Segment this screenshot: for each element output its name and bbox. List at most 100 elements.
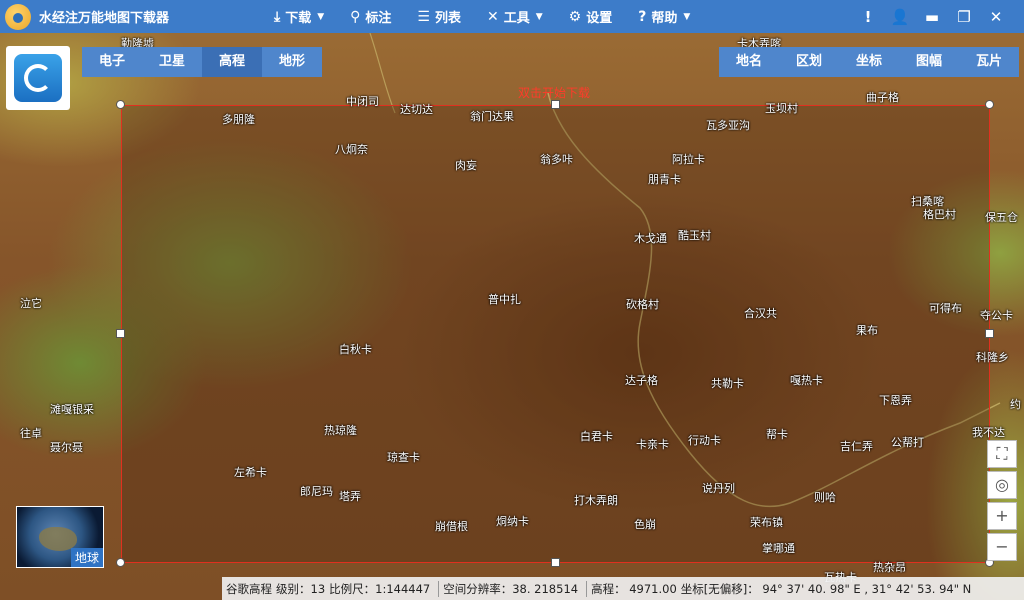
status-scale: 比例尺：1:144447 — [329, 581, 431, 596]
place-label: 公帮打 — [891, 436, 924, 449]
globe-label: 地球 — [70, 548, 103, 567]
status-resolution: 空间分辨率：38. 218514 — [443, 581, 579, 596]
place-label: 阿拉卡 — [672, 153, 705, 166]
place-label: 说丹列 — [702, 482, 735, 495]
place-label: 吉仁弄 — [840, 440, 873, 453]
app-home-icon[interactable] — [6, 46, 70, 110]
zoom-out-icon[interactable]: − — [987, 533, 1017, 561]
status-coords: 坐标[无偏移]： 94° 37' 40. 98" E , 31° 42' 53.… — [680, 581, 972, 596]
top-bar: 水经注万能地图下载器 ⤓ 下载 ▼ ⚲ 标注 ☰ 列表 ✕ 工具 ▼ ⚙ 设置? 帮助 ▼ ! 👤 ▬ ❐… — [0, 0, 1024, 33]
layer-button-4[interactable]: 瓦片 — [959, 47, 1019, 77]
info-icon[interactable]: ! — [852, 8, 884, 26]
status-bar: 谷歌高程 级别：13 比例尺：1:144447 空间分辨率：38. 218514… — [222, 577, 1024, 600]
menu-label: 工具 — [503, 11, 530, 26]
place-label: 夺公卡 — [980, 309, 1013, 322]
place-label: 塔弄 — [339, 490, 361, 503]
place-label: 砍格村 — [626, 298, 659, 311]
place-label: 左希卡 — [234, 466, 267, 479]
place-label: 普中扎 — [488, 293, 521, 306]
map-tools: ⛶ ◎ + − — [987, 440, 1017, 561]
place-label: 行动卡 — [688, 434, 721, 447]
selection-handle-right[interactable] — [985, 329, 994, 338]
menu-item-0[interactable]: ⤓ 下载 ▼ — [274, 7, 325, 27]
place-label: 我不达 — [972, 426, 1005, 439]
place-label: 酷玉村 — [678, 229, 711, 242]
map-type-tab-2[interactable]: 高程 — [202, 47, 262, 77]
place-label: 翁门达果 — [470, 110, 514, 123]
place-label: 八炯奈 — [335, 143, 368, 156]
menu-label: 帮助 — [651, 11, 678, 26]
place-label: 琼查卡 — [387, 451, 420, 464]
place-label: 荣布镇 — [750, 516, 783, 529]
place-label: 白秋卡 — [339, 343, 372, 356]
layer-button-3[interactable]: 图幅 — [899, 47, 959, 77]
place-label: 泣它 — [20, 297, 42, 310]
pin-icon: ⚲ — [350, 8, 361, 25]
close-button[interactable]: ✕ — [980, 8, 1012, 26]
place-label: 合汉共 — [744, 307, 777, 320]
place-label: 朋青卡 — [648, 173, 681, 186]
layer-button-0[interactable]: 地名 — [719, 47, 779, 77]
caret-down-icon: ▼ — [317, 11, 325, 22]
map-type-tab-1[interactable]: 卫星 — [142, 47, 202, 77]
map-view[interactable]: 双击开始下载 多朋隆 中闭司 达切达 翁门达果 卡木弄喀 玉坝村 曲子格 瓦多亚沟 八炯奈 肉妄翁… — [0, 33, 1024, 600]
place-label: 保五仓 — [985, 211, 1018, 224]
place-label: 瓦多亚沟 — [706, 119, 750, 132]
caret-down-icon: ▼ — [683, 11, 691, 22]
place-label: 果布 — [856, 324, 878, 337]
tools-icon: ✕ — [487, 8, 499, 25]
place-label: 帮卡 — [766, 428, 788, 441]
app-title: 水经注万能地图下载器 — [39, 11, 170, 26]
place-label: 色崩 — [634, 518, 656, 531]
minimize-button[interactable]: ▬ — [916, 8, 948, 26]
place-label: 达子格 — [625, 374, 658, 387]
layer-button-1[interactable]: 区划 — [779, 47, 839, 77]
place-label: 达切达 — [400, 103, 433, 116]
caret-down-icon: ▼ — [535, 11, 543, 22]
download-icon: ⤓ — [274, 8, 281, 25]
place-label: 肉妄 — [455, 159, 477, 172]
menu-item-1[interactable]: ⚲ 标注 — [350, 7, 392, 27]
place-label: 热琼隆 — [324, 424, 357, 437]
place-label: 打木弄朗 — [574, 494, 618, 507]
map-type-tab-0[interactable]: 电子 — [82, 47, 142, 77]
place-label: 木戈通 — [634, 232, 667, 245]
help-icon: ? — [638, 8, 647, 25]
selection-hint: 双击开始下载 — [518, 86, 591, 100]
selection-handle-top-left[interactable] — [116, 100, 125, 109]
app-logo-icon — [5, 3, 31, 30]
menu-item-3[interactable]: ✕ 工具 ▼ — [487, 7, 543, 27]
place-label: 白君卡 — [580, 430, 613, 443]
selection-handle-top[interactable] — [551, 100, 560, 109]
zoom-in-icon[interactable]: + — [987, 502, 1017, 530]
status-source: 谷歌高程 — [226, 581, 272, 596]
selection-handle-top-right[interactable] — [985, 100, 994, 109]
place-label: 聂尔聂 — [50, 441, 83, 454]
selection-handle-bottom[interactable] — [551, 558, 560, 567]
menu-item-2[interactable]: ☰ 列表 — [417, 7, 461, 27]
selection-handle-left[interactable] — [116, 329, 125, 338]
place-label: 中闭司 — [346, 95, 379, 108]
globe-toggle[interactable]: 地球 — [16, 506, 104, 568]
layer-toolbar: 地名 区划 坐标 图幅 瓦片 — [719, 47, 1019, 77]
menu-item-4[interactable]: ⚙ 设置 — [568, 7, 613, 27]
fullscreen-icon[interactable]: ⛶ — [987, 440, 1017, 468]
restore-button[interactable]: ❐ — [948, 8, 980, 26]
menu-label: 标注 — [365, 11, 392, 26]
menu-item-5[interactable]: ? 帮助 ▼ — [638, 7, 691, 27]
status-elevation: 高程： 4971.00 — [591, 581, 677, 596]
window-controls: ! 👤 ▬ ❐ ✕ — [852, 0, 1012, 33]
map-type-switcher: 电子 卫星 高程 地形 — [82, 47, 322, 77]
menu-label: 列表 — [434, 11, 461, 26]
place-label: 玉坝村 — [765, 102, 798, 115]
layer-button-2[interactable]: 坐标 — [839, 47, 899, 77]
main-menu: ⤓ 下载 ▼ ⚲ 标注 ☰ 列表 ✕ 工具 ▼ ⚙ 设置? 帮助 ▼ — [274, 0, 716, 33]
place-label: 共勒卡 — [711, 377, 744, 390]
place-label: 格巴村 — [923, 208, 956, 221]
selection-handle-bottom-left[interactable] — [116, 558, 125, 567]
place-label: 可得布 — [929, 302, 962, 315]
gear-icon: ⚙ — [568, 8, 582, 25]
locate-icon[interactable]: ◎ — [987, 471, 1017, 499]
map-type-tab-3[interactable]: 地形 — [262, 47, 322, 77]
user-icon[interactable]: 👤 — [884, 8, 916, 26]
